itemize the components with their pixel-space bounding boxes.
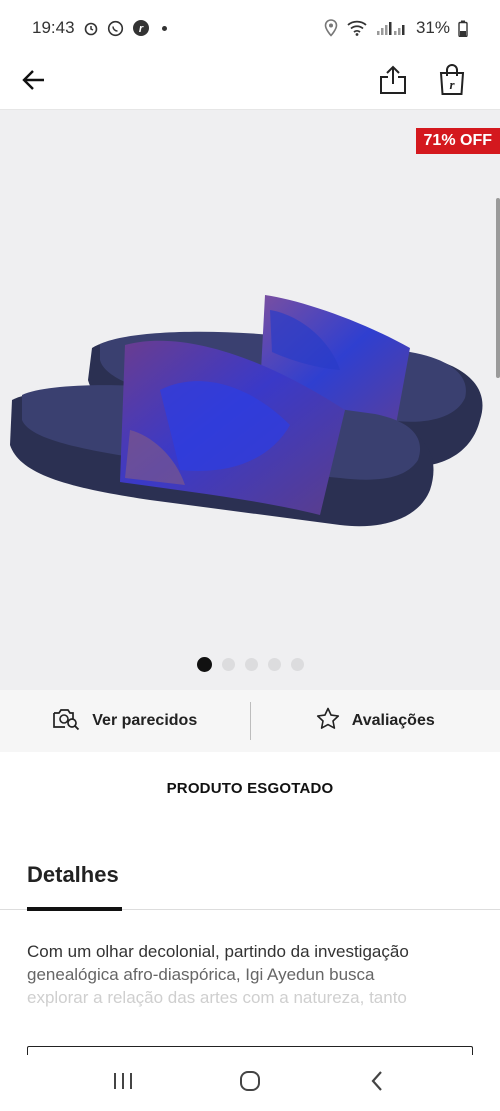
reviews-label: Avaliações — [351, 712, 435, 729]
status-right: 31% — [324, 18, 468, 38]
status-left: 19:43 r — [32, 18, 167, 38]
reviews-button[interactable]: Avaliações — [251, 690, 500, 752]
gallery-dots — [0, 657, 500, 672]
description-line: genealógica afro-diaspórica, Igi Ayedun … — [27, 965, 375, 984]
product-gallery[interactable]: 71% OFF — [0, 110, 500, 690]
product-actions: Ver parecidos Avaliações — [0, 690, 500, 752]
share-button[interactable] — [371, 60, 415, 104]
battery-icon — [458, 20, 468, 37]
bag-button[interactable]: r — [430, 60, 474, 104]
description-line: Com um olhar decolonial, partindo da inv… — [27, 942, 409, 961]
home-button[interactable] — [228, 1061, 272, 1105]
location-icon — [324, 19, 338, 37]
home-icon — [239, 1070, 261, 1097]
wifi-icon — [346, 19, 368, 37]
app-header: r — [0, 56, 500, 110]
similar-button[interactable]: Ver parecidos — [0, 690, 250, 752]
tab-details[interactable]: Detalhes — [27, 862, 119, 888]
camera-search-icon — [52, 707, 80, 736]
similar-label: Ver parecidos — [92, 712, 198, 729]
status-bar: 19:43 r 31% — [0, 0, 500, 56]
product-description: Com um olhar decolonial, partindo da inv… — [27, 940, 477, 1009]
system-back-button[interactable] — [355, 1061, 399, 1105]
whatsapp-icon — [107, 20, 124, 37]
back-button[interactable] — [12, 60, 56, 104]
gallery-dot-2[interactable] — [221, 658, 235, 671]
status-time: 19:43 — [32, 18, 75, 37]
svg-text:r: r — [449, 77, 455, 92]
product-image — [10, 295, 483, 527]
share-icon — [379, 65, 407, 100]
signal-icon — [376, 20, 408, 36]
sold-out-message: PRODUTO ESGOTADO — [166, 780, 334, 797]
alarm-icon — [83, 20, 99, 36]
app-r-icon: r — [132, 19, 150, 37]
recent-apps-button[interactable] — [101, 1061, 145, 1105]
discount-badge: 71% OFF — [415, 128, 500, 154]
recent-apps-icon — [112, 1072, 134, 1095]
gallery-dot-3[interactable] — [244, 658, 258, 671]
gallery-dot-1[interactable] — [196, 657, 212, 672]
description-line: explorar a relação das artes com a natur… — [27, 988, 407, 1007]
system-back-icon — [370, 1070, 384, 1097]
system-nav-bar — [0, 1055, 500, 1111]
shopping-bag-icon: r — [438, 63, 466, 101]
back-arrow-icon — [22, 69, 46, 96]
svg-text:r: r — [138, 23, 143, 35]
star-icon — [316, 707, 340, 735]
tab-active-indicator — [27, 907, 122, 911]
notification-dot — [161, 25, 167, 31]
gallery-dot-5[interactable] — [290, 658, 304, 671]
gallery-dot-4[interactable] — [267, 658, 281, 671]
battery-percent: 31% — [415, 18, 450, 37]
